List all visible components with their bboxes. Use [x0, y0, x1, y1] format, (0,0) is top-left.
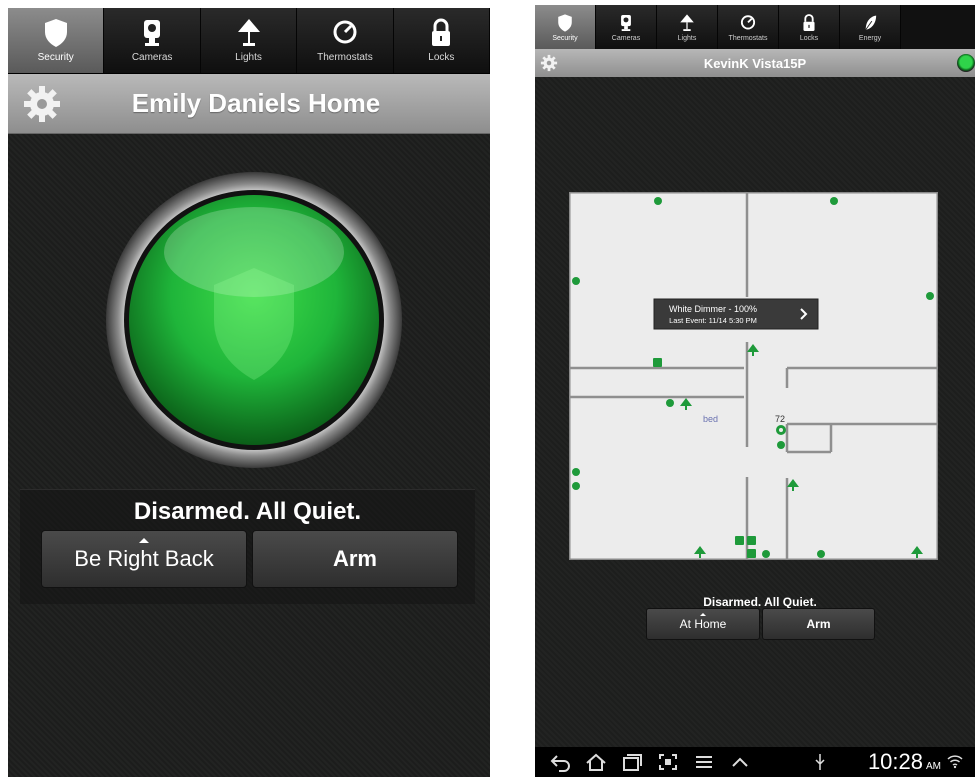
- sensor-dot: [654, 197, 662, 205]
- sensor-dot: [926, 292, 934, 300]
- tab-label: Thermostats: [317, 52, 373, 63]
- mode-button-label: At Home: [679, 617, 727, 631]
- tab-energy[interactable]: Energy: [840, 5, 901, 49]
- usb-icon: [815, 754, 825, 770]
- mode-button-label: Be Right Back: [74, 546, 214, 571]
- camera-icon: [735, 536, 744, 545]
- sensor-dot: [572, 277, 580, 285]
- tab-label: Security: [37, 52, 74, 63]
- thermostat-icon: [740, 14, 756, 29]
- screenshot-icon[interactable]: [657, 752, 679, 772]
- sensor-dot: [572, 482, 580, 490]
- mode-button[interactable]: At Home: [646, 608, 760, 640]
- popup-subtitle: Last Event: 11/14 5:30 PM: [669, 316, 757, 325]
- clock-ampm: AM: [926, 761, 941, 772]
- caret-up-icon: [700, 613, 706, 616]
- alarm-status-text: Disarmed. All Quiet.: [133, 498, 362, 525]
- recent-apps-icon[interactable]: [621, 752, 643, 772]
- lamp-icon: [680, 13, 694, 31]
- mode-button[interactable]: Be Right Back: [41, 530, 247, 588]
- clock: 10:28 AM: [868, 749, 941, 775]
- tab-lights[interactable]: Lights: [657, 5, 718, 49]
- camera-icon: [144, 20, 161, 46]
- lock-icon: [432, 18, 451, 46]
- security-status-button[interactable]: [104, 170, 404, 470]
- shield-icon: [44, 19, 67, 47]
- arm-button-label: Arm: [806, 617, 831, 631]
- arm-button-label: Arm: [332, 546, 377, 571]
- leaf-icon: [865, 15, 877, 30]
- lock-icon: [747, 549, 756, 558]
- camera-icon: [621, 14, 631, 31]
- caret-up-icon: [139, 538, 149, 543]
- camera-icon: [747, 536, 756, 545]
- tab-locks[interactable]: Locks: [779, 5, 840, 49]
- status-panel: Disarmed. All Quiet. Be Right Back Arm: [20, 489, 475, 604]
- wifi-icon: [947, 755, 963, 769]
- sensor-dot: [817, 550, 825, 558]
- floor-plan[interactable]: bed 72 White Dimmer - 100% Last Event: 1…: [569, 192, 938, 560]
- sensor-dot: [762, 550, 770, 558]
- device-popup[interactable]: White Dimmer - 100% Last Event: 11/14 5:…: [653, 298, 819, 330]
- tab-label: Locks: [428, 52, 455, 63]
- status-indicator: [957, 54, 975, 72]
- tab-label: Lights: [677, 34, 697, 42]
- tab-cameras[interactable]: Cameras: [104, 8, 201, 73]
- arm-button[interactable]: Arm: [252, 530, 458, 588]
- shield-icon: [558, 13, 572, 32]
- sensor-dot: [830, 197, 838, 205]
- tablet-screen: Security Cameras Lights Thermostats Lock…: [535, 5, 975, 777]
- chevron-up-icon[interactable]: [729, 752, 751, 772]
- tab-label: Locks: [799, 34, 819, 42]
- menu-icon[interactable]: [693, 752, 715, 772]
- alarm-status-text: Disarmed. All Quiet.: [703, 595, 817, 609]
- room-label: bed: [703, 414, 718, 424]
- tab-security[interactable]: Security: [535, 5, 596, 49]
- temperature-label: 72: [775, 414, 785, 424]
- lamp-icon: [237, 19, 260, 46]
- tab-cameras[interactable]: Cameras: [596, 5, 657, 49]
- camera-icon: [653, 358, 662, 367]
- sensor-dot: [572, 468, 580, 476]
- tab-label: Security: [552, 34, 578, 42]
- tab-security[interactable]: Security: [8, 8, 105, 73]
- tab-thermostats[interactable]: Thermostats: [718, 5, 779, 49]
- tab-lights[interactable]: Lights: [200, 8, 298, 73]
- sensor-dot: [666, 399, 674, 407]
- tab-bar: Security Cameras Lights Thermostats Lock…: [8, 8, 490, 74]
- tab-label: Lights: [235, 52, 262, 63]
- title-bar: KevinK Vista15P: [535, 49, 975, 77]
- tab-bar: Security Cameras Lights Thermostats Lock…: [535, 5, 975, 49]
- gear-icon[interactable]: [22, 84, 62, 124]
- tab-thermostats[interactable]: Thermostats: [297, 8, 394, 73]
- sensor-dot: [777, 441, 785, 449]
- android-nav-bar: 10:28 AM: [535, 747, 975, 777]
- lock-icon: [803, 13, 815, 31]
- page-title: KevinK Vista15P: [703, 55, 807, 71]
- tab-label: Cameras: [611, 34, 641, 42]
- thermostat-icon: [333, 20, 357, 44]
- arm-button[interactable]: Arm: [762, 608, 875, 640]
- tab-label: Energy: [858, 34, 882, 42]
- home-icon[interactable]: [585, 752, 607, 772]
- tab-label: Cameras: [131, 52, 173, 63]
- phone-screen: Security Cameras Lights Thermostats Lock…: [8, 8, 490, 777]
- back-icon[interactable]: [549, 752, 571, 772]
- page-title: Emily Daniels Home: [131, 88, 381, 118]
- tab-locks[interactable]: Locks: [393, 8, 490, 73]
- popup-title: White Dimmer - 100%: [669, 304, 757, 314]
- clock-time: 10:28: [867, 749, 923, 774]
- title-bar: Emily Daniels Home: [8, 74, 490, 134]
- tab-label: Thermostats: [728, 34, 768, 42]
